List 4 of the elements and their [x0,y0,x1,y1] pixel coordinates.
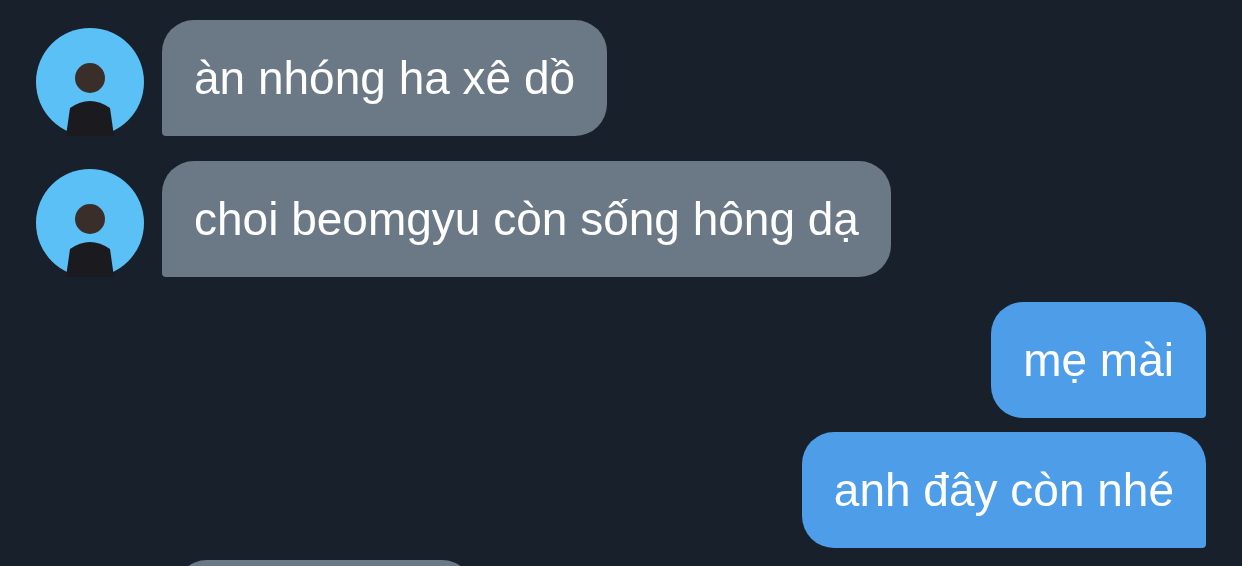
message-bubble: choi beomgyu còn sống hông dạ [162,161,891,277]
message-bubble: mẹ mài [991,302,1206,418]
message-bubble: anh đây còn nhé [801,432,1206,548]
message-bubble: àn nhóng ha xê dồ [162,20,608,136]
